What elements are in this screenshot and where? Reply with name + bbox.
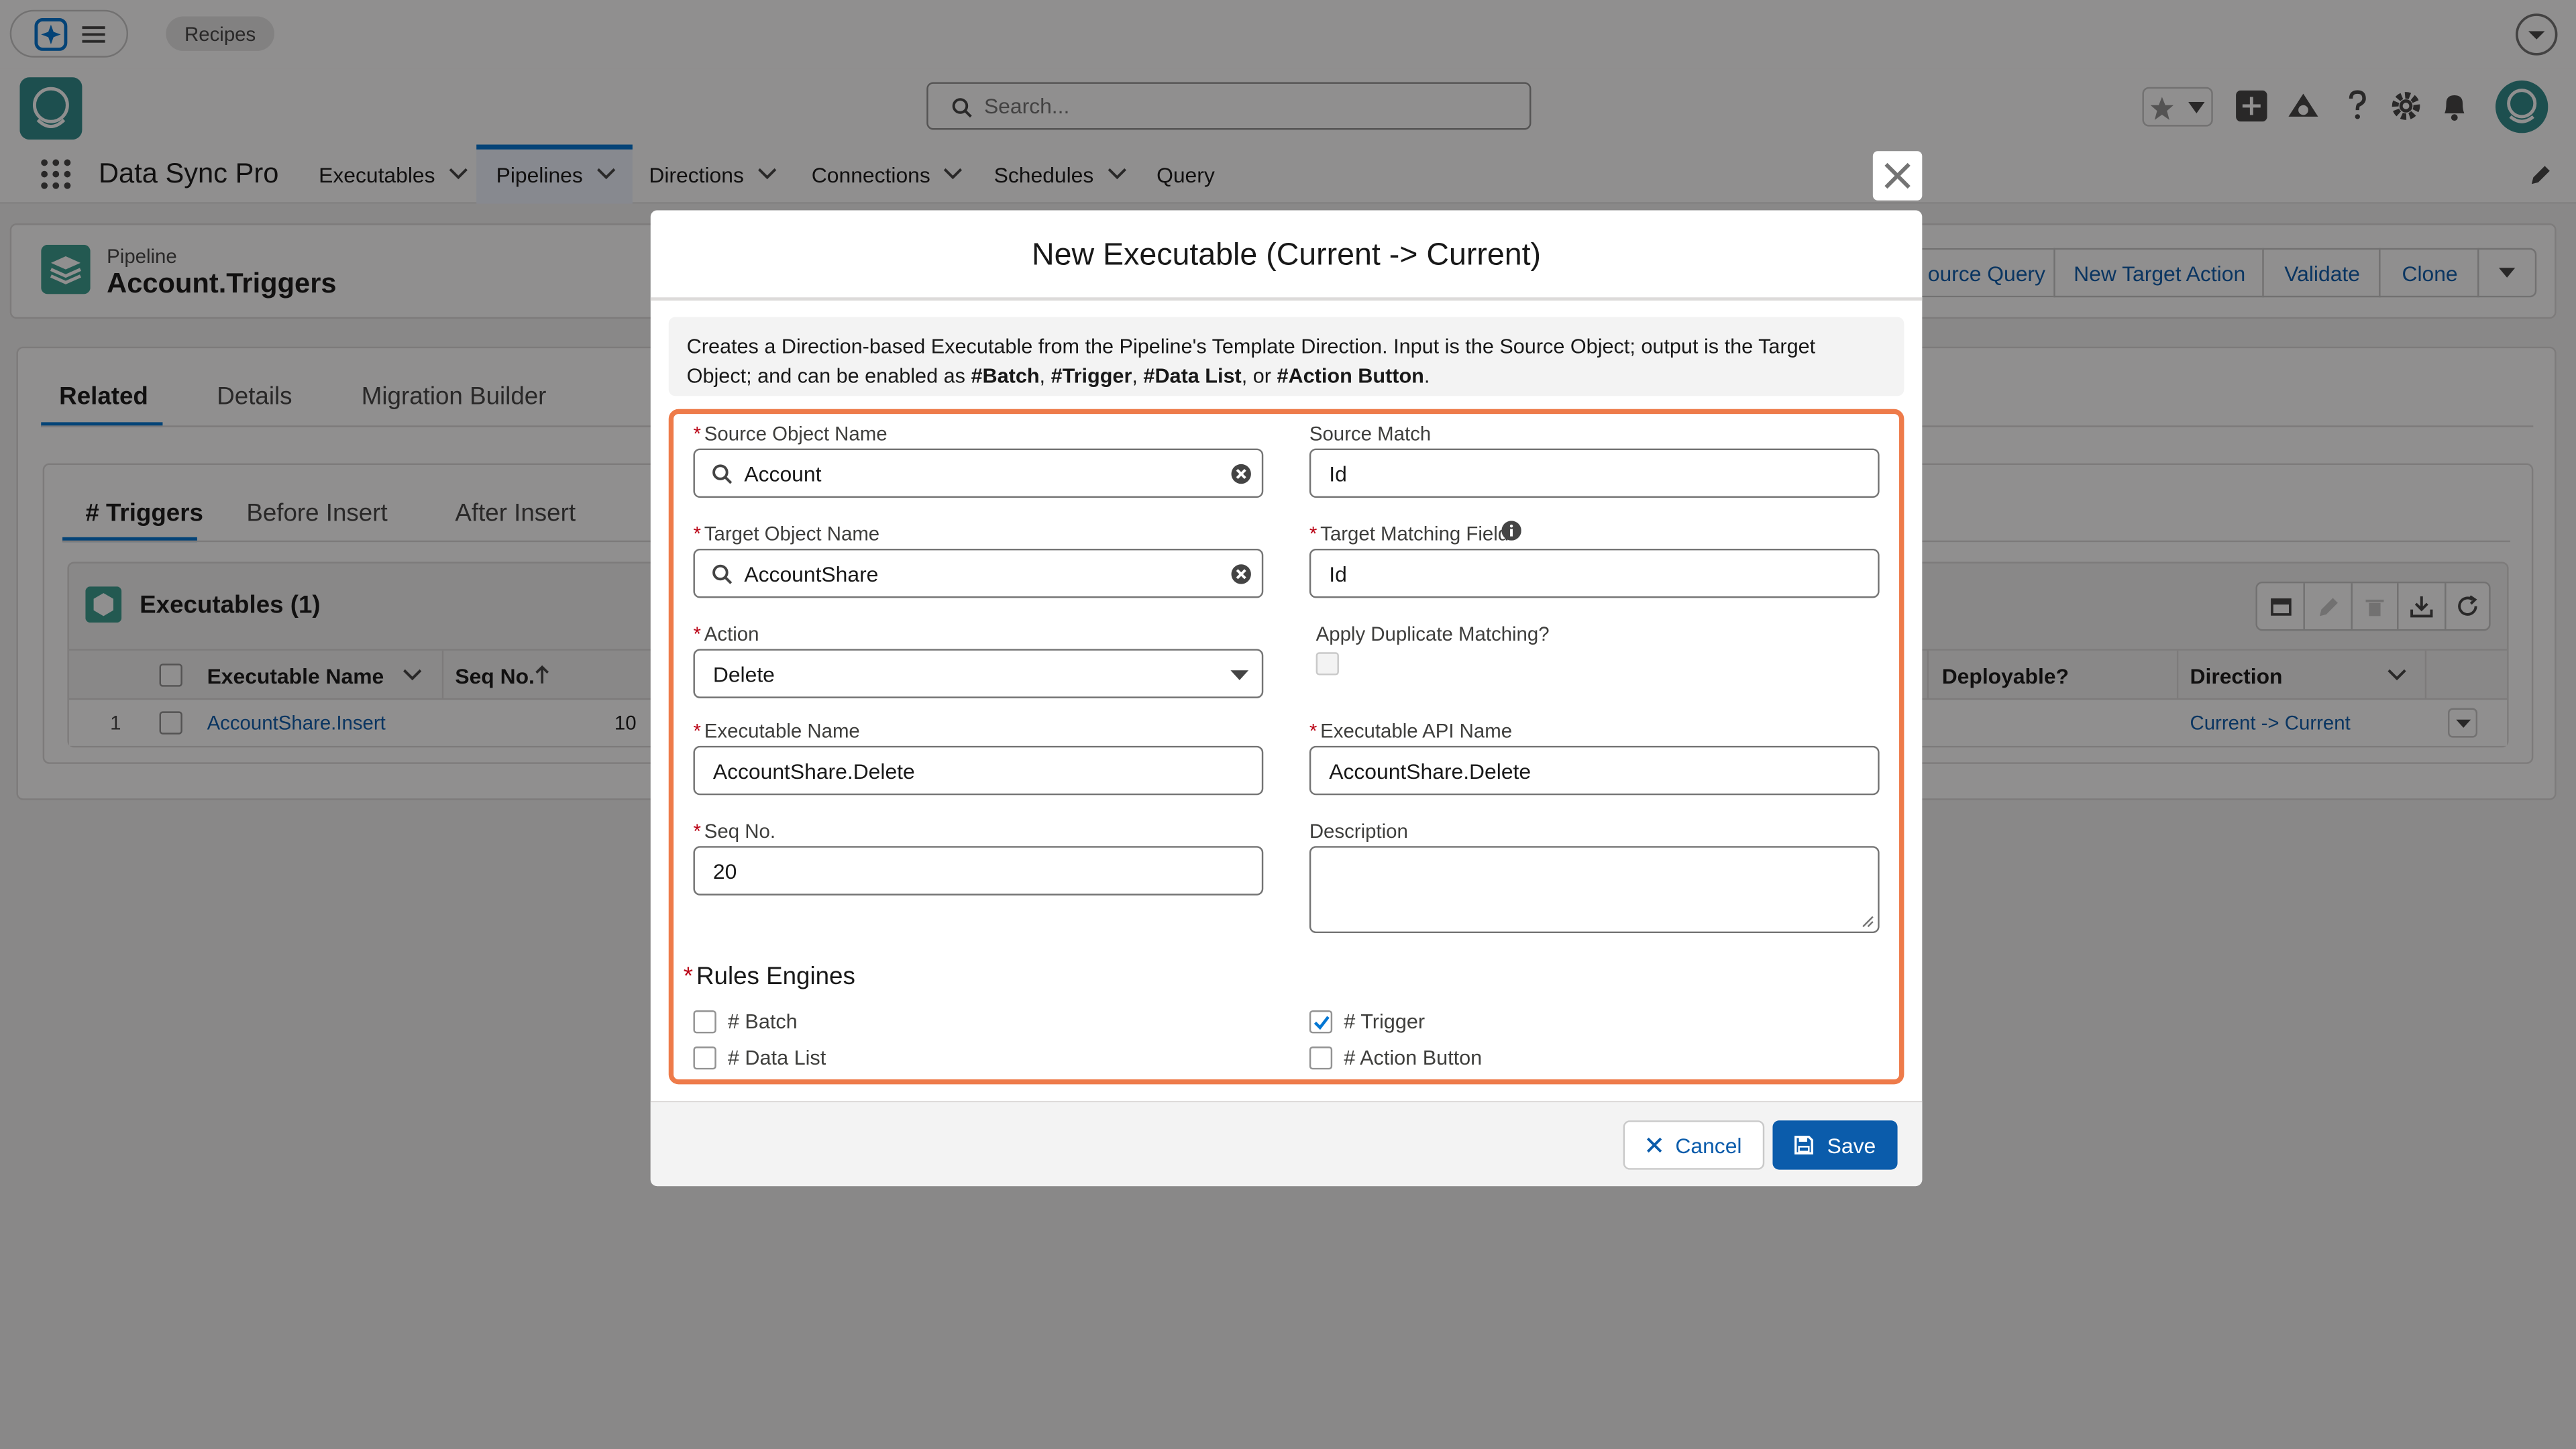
- save-icon: [1794, 1135, 1814, 1155]
- info-end: .: [1424, 364, 1430, 388]
- chevron-down-icon: [1230, 670, 1249, 682]
- target-matching-field-label: * Target Matching Field: [1309, 522, 1509, 546]
- rule-trigger-checkbox[interactable]: [1309, 1010, 1333, 1034]
- app-root: Recipes Search... Data Sync Pro Executab…: [0, 0, 2576, 1449]
- save-label: Save: [1827, 1132, 1876, 1158]
- executable-name-input[interactable]: AccountShare.Delete: [693, 745, 1264, 796]
- seq-no-label: * Seq No.: [693, 820, 775, 843]
- rule-data-list-label: # Data List: [727, 1046, 826, 1070]
- description-label: Description: [1309, 820, 1408, 843]
- info-sep: ,: [1039, 364, 1051, 388]
- rule-data-list-checkbox[interactable]: [693, 1046, 716, 1070]
- target-matching-field-input[interactable]: Id: [1309, 548, 1880, 598]
- seq-no-value: 20: [712, 858, 737, 883]
- source-object-input[interactable]: Account: [693, 448, 1264, 498]
- rule-batch-checkbox[interactable]: [693, 1010, 716, 1034]
- info-trigger: #Trigger: [1051, 364, 1132, 388]
- close-icon: [1883, 161, 1913, 191]
- target-object-value: AccountShare: [744, 561, 879, 586]
- info-sep: ,: [1132, 364, 1144, 388]
- info-data-list: #Data List: [1143, 364, 1242, 388]
- rule-batch-label: # Batch: [727, 1010, 798, 1034]
- modal-info-box: Creates a Direction-based Executable fro…: [668, 317, 1904, 396]
- duplicate-matching-checkbox[interactable]: [1316, 652, 1339, 676]
- cancel-button[interactable]: Cancel: [1623, 1120, 1765, 1170]
- form-highlight: * Source Object Name Account * Target Obje…: [668, 409, 1904, 1085]
- seq-no-input[interactable]: 20: [693, 846, 1264, 896]
- close-icon: [1646, 1137, 1662, 1153]
- target-matching-field-value: Id: [1329, 561, 1347, 586]
- rule-action-button-checkbox[interactable]: [1309, 1046, 1333, 1070]
- target-object-input[interactable]: AccountShare: [693, 548, 1264, 598]
- clear-icon[interactable]: [1230, 564, 1252, 585]
- info-icon[interactable]: [1501, 521, 1521, 541]
- action-label: * Action: [693, 623, 759, 646]
- info-or: , or: [1241, 364, 1277, 388]
- source-match-label: Source Match: [1309, 422, 1432, 445]
- modal-title: New Executable (Current -> Current): [1032, 238, 1542, 273]
- modal-header: New Executable (Current -> Current): [650, 210, 1923, 301]
- search-icon: [711, 564, 733, 585]
- rule-trigger-label: # Trigger: [1344, 1010, 1426, 1034]
- info-batch: #Batch: [971, 364, 1040, 388]
- search-icon: [711, 464, 733, 485]
- description-textarea[interactable]: [1309, 846, 1880, 934]
- save-button[interactable]: Save: [1772, 1120, 1898, 1170]
- cancel-label: Cancel: [1675, 1132, 1742, 1158]
- executable-name-value: AccountShare.Delete: [712, 758, 915, 783]
- duplicate-matching-label: Apply Duplicate Matching?: [1316, 623, 1550, 646]
- executable-api-name-label: * Executable API Name: [1309, 719, 1513, 743]
- executable-api-name-value: AccountShare.Delete: [1329, 758, 1532, 783]
- source-object-label: * Source Object Name: [693, 422, 888, 445]
- source-match-input[interactable]: Id: [1309, 448, 1880, 498]
- executable-api-name-input[interactable]: AccountShare.Delete: [1309, 745, 1880, 796]
- source-match-value: Id: [1329, 460, 1347, 486]
- checkmark-icon: [1313, 1014, 1331, 1032]
- new-executable-modal: New Executable (Current -> Current) Crea…: [650, 210, 1923, 1187]
- rule-action-button-label: # Action Button: [1344, 1046, 1483, 1070]
- clear-icon[interactable]: [1230, 464, 1252, 485]
- rules-engines-title: * Rules Engines: [683, 963, 855, 991]
- modal-footer: Cancel Save: [650, 1100, 1923, 1187]
- resize-handle-icon[interactable]: [1862, 915, 1875, 928]
- executable-name-label: * Executable Name: [693, 719, 860, 743]
- action-select[interactable]: Delete: [693, 649, 1264, 698]
- action-value: Delete: [712, 661, 775, 686]
- info-action-button: #Action Button: [1277, 364, 1424, 388]
- source-object-value: Account: [744, 460, 822, 486]
- target-object-label: * Target Object Name: [693, 522, 880, 546]
- modal-close-button[interactable]: [1872, 151, 1923, 201]
